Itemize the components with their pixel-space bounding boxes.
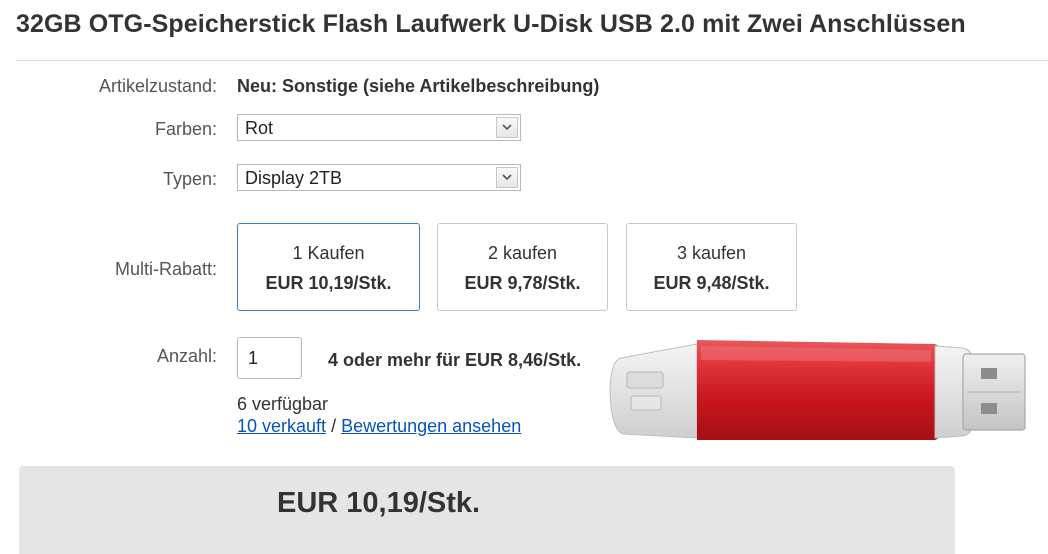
discount-tier-price: EUR 10,19/Stk. [265,273,392,293]
condition-value: Neu: Sonstige (siehe Artikelbeschreibung… [237,76,600,96]
discount-tier-2[interactable]: 2 kaufen EUR 9,78/Stk. [437,223,608,311]
price-per-unit: EUR 10,19/Stk. [277,487,481,519]
discount-tier-price: EUR 9,48/Stk. [653,273,770,293]
quantity-input[interactable] [237,337,302,379]
sales-links: 10 verkauft / Bewertungen ansehen [237,416,521,437]
title-divider [16,60,1048,61]
availability-text: 6 verfügbar [237,394,329,414]
chevron-down-icon [502,124,512,131]
colors-dropdown-button[interactable] [496,117,518,138]
chevron-down-icon [502,174,512,181]
product-image [601,320,1048,460]
condition-label: Artikelzustand: [98,76,217,96]
usb-stick-illustration [609,340,1026,440]
types-label: Typen: [162,169,217,189]
price-panel [19,466,955,554]
types-select[interactable]: Display 2TB [237,164,521,191]
colors-label: Farben: [154,119,217,139]
bulk-discount-note: 4 oder mehr für EUR 8,46/Stk. [328,350,582,370]
listing-page: 32GB OTG-Speicherstick Flash Laufwerk U-… [0,0,1048,554]
listing-title: 32GB OTG-Speicherstick Flash Laufwerk U-… [16,10,966,38]
discount-tier-qty: 1 Kaufen [292,243,365,263]
reviews-link[interactable]: Bewertungen ansehen [341,416,521,436]
sold-count-link[interactable]: 10 verkauft [237,416,326,436]
colors-selected-value: Rot [245,118,274,138]
colors-select[interactable]: Rot [237,114,521,141]
quantity-label: Anzahl: [156,346,217,366]
discount-tier-price: EUR 9,78/Stk. [464,273,581,293]
discount-tier-1[interactable]: 1 Kaufen EUR 10,19/Stk. [237,223,420,311]
multi-discount-label: Multi-Rabatt: [114,259,217,279]
discount-tier-3[interactable]: 3 kaufen EUR 9,48/Stk. [626,223,797,311]
discount-tier-qty: 3 kaufen [676,243,747,263]
types-dropdown-button[interactable] [496,167,518,188]
discount-tier-qty: 2 kaufen [487,243,558,263]
types-selected-value: Display 2TB [245,168,343,188]
link-separator: / [326,416,342,436]
